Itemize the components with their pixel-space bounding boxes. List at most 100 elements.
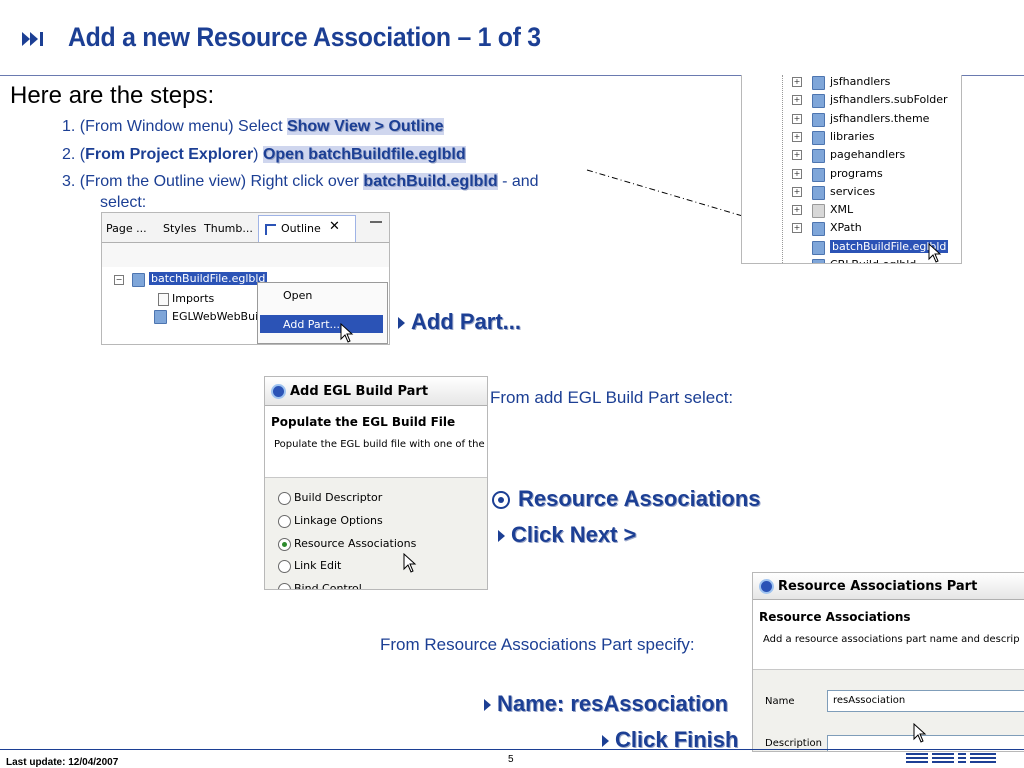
mouse-cursor-icon — [340, 323, 354, 343]
explorer-item-label: jsfhandlers — [830, 75, 891, 88]
explorer-item-label: pagehandlers — [830, 148, 906, 162]
explorer-item[interactable]: + services — [742, 183, 961, 201]
step-2-bold: Open batchBuildfile.eglbld — [262, 146, 466, 163]
slide-title: Add a new Resource Association – 1 of 3 — [68, 22, 541, 52]
expand-icon[interactable]: + — [792, 113, 802, 124]
mouse-cursor-icon — [928, 243, 942, 263]
collapse-icon[interactable]: − — [114, 275, 124, 285]
menu-item-add-part[interactable]: Add Part... — [260, 315, 383, 333]
caption-add-egl: From add EGL Build Part select: — [490, 388, 734, 407]
step-3-suffix: - and — [497, 173, 539, 190]
folder-icon — [812, 204, 825, 219]
dialog-app-icon — [759, 579, 774, 594]
folder-icon — [812, 240, 825, 255]
step-1-text: 1. (From Window menu) Select — [62, 118, 287, 135]
bullet-add-part-text: Add Part... — [411, 309, 522, 334]
tab-outline-label: Outline — [281, 222, 321, 235]
radio-option[interactable] — [278, 537, 291, 551]
radio-option[interactable] — [278, 583, 291, 589]
expand-icon[interactable]: + — [792, 205, 802, 216]
explorer-item[interactable]: + XPath — [742, 219, 961, 237]
bullet-resource-associations: Resource Associations — [492, 486, 761, 512]
name-label: Name — [765, 696, 795, 707]
folder-icon — [812, 130, 825, 145]
explorer-item-label: jsfhandlers.subFolder — [830, 93, 948, 107]
tab-page[interactable]: Page ... — [106, 222, 147, 235]
explorer-item[interactable]: + jsfhandlers — [742, 75, 961, 91]
bullet-arrow-icon — [602, 735, 609, 748]
step-1: 1. (From Window menu) Select Show View >… — [62, 118, 444, 136]
explorer-item[interactable]: + jsfhandlers.theme — [742, 110, 961, 128]
folder-icon — [812, 167, 825, 182]
add-egl-build-part-screenshot: Add EGL Build Part Populate the EGL Buil… — [264, 376, 488, 590]
explorer-item[interactable]: + XML — [742, 201, 961, 219]
radio-option-label[interactable]: Build Descriptor — [294, 491, 382, 504]
footer-last-update: Last update: 12/04/2007 — [6, 757, 119, 768]
folder-icon — [812, 259, 825, 263]
tab-styles[interactable]: Styles — [163, 222, 196, 235]
steps-intro: Here are the steps: — [10, 82, 215, 109]
explorer-item[interactable]: + programs — [742, 165, 961, 183]
step-3: 3. (From the Outline view) Right click o… — [62, 173, 539, 191]
minimize-icon[interactable] — [370, 221, 382, 223]
resource-associations-part-screenshot: Resource Associations Part Resource Asso… — [752, 572, 1024, 752]
expand-icon[interactable]: + — [792, 223, 802, 234]
tree-item-imports[interactable]: Imports — [172, 292, 214, 305]
step-3-text: 3. (From the Outline view) Right click o… — [62, 173, 364, 190]
build-part-icon — [154, 310, 167, 324]
step-3-continued: select: — [100, 194, 147, 211]
radio-option-label[interactable]: Link Edit — [294, 559, 341, 572]
expand-icon[interactable]: + — [792, 95, 802, 106]
menu-item-open[interactable]: Open — [283, 289, 312, 302]
explorer-item-label: jsfhandlers.theme — [830, 111, 930, 125]
tree-item-batchbuildfile[interactable]: batchBuildFile.eglbld — [149, 272, 268, 285]
mouse-cursor-icon — [403, 553, 417, 573]
folder-icon — [812, 149, 825, 164]
radio-option-label[interactable]: Bind Control — [294, 582, 362, 589]
explorer-item-label: XML — [830, 203, 854, 217]
explorer-item-label: programs — [830, 166, 883, 180]
explorer-item[interactable]: + pagehandlers — [742, 146, 961, 164]
bullet-add-part: Add Part... — [398, 309, 521, 335]
step-2-text: 2. ( — [62, 146, 86, 163]
explorer-item-label: services — [830, 184, 876, 198]
egl-dialog-title: Add EGL Build Part — [290, 384, 429, 399]
bullet-arrow-icon — [484, 699, 491, 712]
name-input[interactable]: resAssociation — [827, 690, 1024, 712]
step-2-mid: ) — [253, 146, 263, 163]
folder-icon — [812, 222, 825, 237]
expand-icon[interactable]: + — [792, 168, 802, 179]
outline-toolbar-strip — [102, 243, 389, 267]
bullet-resource-text: Resource Associations — [518, 486, 761, 511]
radio-option-label[interactable]: Linkage Options — [294, 514, 383, 527]
step-2-bold-a: From Project Explorer — [85, 146, 254, 163]
radio-option[interactable] — [278, 514, 291, 528]
radio-option-label[interactable]: Resource Associations — [294, 537, 416, 550]
resource-dialog-heading: Resource Associations — [759, 610, 911, 624]
imports-icon — [158, 293, 169, 306]
expand-icon[interactable]: + — [792, 77, 802, 87]
page-number: 5 — [508, 754, 514, 765]
tab-thumb[interactable]: Thumb... — [204, 222, 253, 235]
bullet-name-text: Name: resAssociation — [497, 691, 729, 716]
expand-icon[interactable]: + — [792, 186, 802, 197]
project-explorer-screenshot: + jsfhandlers + jsfhandlers.subFolder + jsfha… — [741, 75, 962, 264]
explorer-item[interactable]: + jsfhandlers.subFolder — [742, 91, 961, 109]
explorer-item-label: libraries — [830, 129, 875, 143]
radio-option[interactable] — [278, 492, 291, 505]
egl-dialog-description: Populate the EGL build file with one of … — [274, 439, 485, 450]
tree-item-eglwebwebbuil[interactable]: EGLWebWebBuil — [172, 310, 261, 323]
outline-view-screenshot: Page ... Styles Thumb... Outline ✕ − bat… — [101, 212, 390, 345]
caption-resource-part: From Resource Associations Part specify: — [380, 635, 695, 654]
bullet-click-next-text: Click Next > — [511, 522, 637, 547]
folder-icon — [812, 185, 825, 200]
tab-outline[interactable]: Outline ✕ — [258, 215, 356, 242]
close-icon[interactable]: ✕ — [329, 219, 340, 234]
explorer-item[interactable]: + libraries — [742, 128, 961, 146]
dialog-app-icon — [271, 384, 286, 399]
outline-icon — [265, 224, 276, 235]
expand-icon[interactable]: + — [792, 131, 802, 142]
explorer-item-label: CBLBuild.eglbld — [830, 258, 916, 263]
resource-dialog-title: Resource Associations Part — [778, 579, 978, 594]
expand-icon[interactable]: + — [792, 150, 802, 161]
